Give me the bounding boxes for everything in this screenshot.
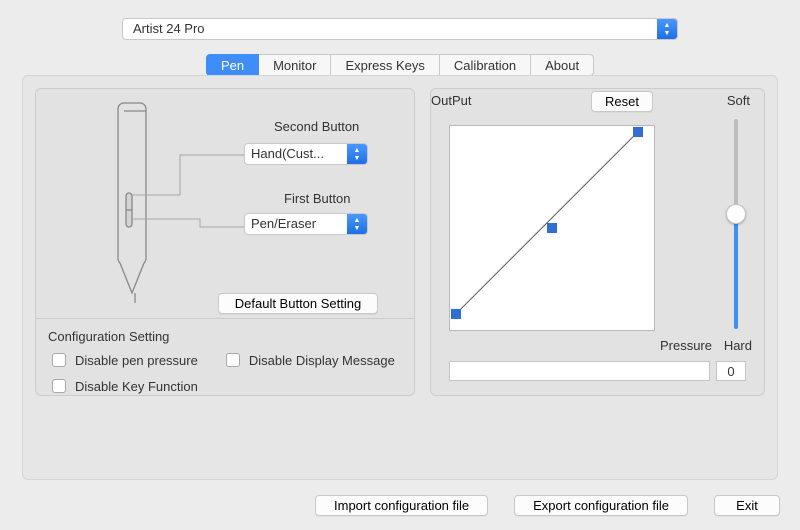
output-label: OutPut <box>431 93 471 108</box>
chevrons-icon <box>657 19 677 39</box>
curve-handle[interactable] <box>633 127 643 137</box>
curve-handle[interactable] <box>547 223 557 233</box>
device-select[interactable]: Artist 24 Pro <box>122 18 678 40</box>
pressure-curve[interactable] <box>449 125 655 331</box>
softness-slider[interactable] <box>734 119 738 329</box>
default-button-setting[interactable]: Default Button Setting <box>218 293 378 314</box>
curve-handle[interactable] <box>451 309 461 319</box>
tab-about[interactable]: About <box>531 54 594 76</box>
second-button-label: Second Button <box>274 119 359 134</box>
pressure-value: 0 <box>716 361 746 381</box>
configuration-setting-title: Configuration Setting <box>48 329 402 344</box>
disable-pen-pressure-checkbox[interactable]: Disable pen pressure <box>48 350 198 370</box>
footer-buttons: Import configuration file Export configu… <box>315 495 780 516</box>
import-config-button[interactable]: Import configuration file <box>315 495 488 516</box>
pressure-label: Pressure <box>660 338 712 353</box>
tab-bar: Pen Monitor Express Keys Calibration Abo… <box>22 54 778 76</box>
first-button-select[interactable]: Pen/Eraser <box>244 213 368 235</box>
configuration-setting-group: Configuration Setting Disable pen pressu… <box>36 319 414 412</box>
first-button-label: First Button <box>284 191 350 206</box>
slider-thumb[interactable] <box>726 204 746 224</box>
pressure-bar <box>449 361 710 381</box>
tab-calibration[interactable]: Calibration <box>440 54 531 76</box>
chevrons-icon <box>347 144 367 164</box>
hard-label: Hard <box>724 338 752 353</box>
exit-button[interactable]: Exit <box>714 495 780 516</box>
pressure-panel: OutPut Reset Soft Hard Pressure 0 <box>430 88 765 396</box>
tab-pen[interactable]: Pen <box>206 54 259 76</box>
reset-button[interactable]: Reset <box>591 91 653 112</box>
main-panel: Second Button Hand(Cust... First Button … <box>22 75 778 480</box>
soft-label: Soft <box>727 93 750 108</box>
export-config-button[interactable]: Export configuration file <box>514 495 688 516</box>
second-button-select[interactable]: Hand(Cust... <box>244 143 368 165</box>
disable-key-function-checkbox[interactable]: Disable Key Function <box>48 376 198 396</box>
tab-monitor[interactable]: Monitor <box>259 54 331 76</box>
device-select-label: Artist 24 Pro <box>123 19 657 39</box>
pen-settings-panel: Second Button Hand(Cust... First Button … <box>35 88 415 396</box>
tab-express-keys[interactable]: Express Keys <box>331 54 439 76</box>
disable-display-message-checkbox[interactable]: Disable Display Message <box>222 350 395 370</box>
chevrons-icon <box>347 214 367 234</box>
